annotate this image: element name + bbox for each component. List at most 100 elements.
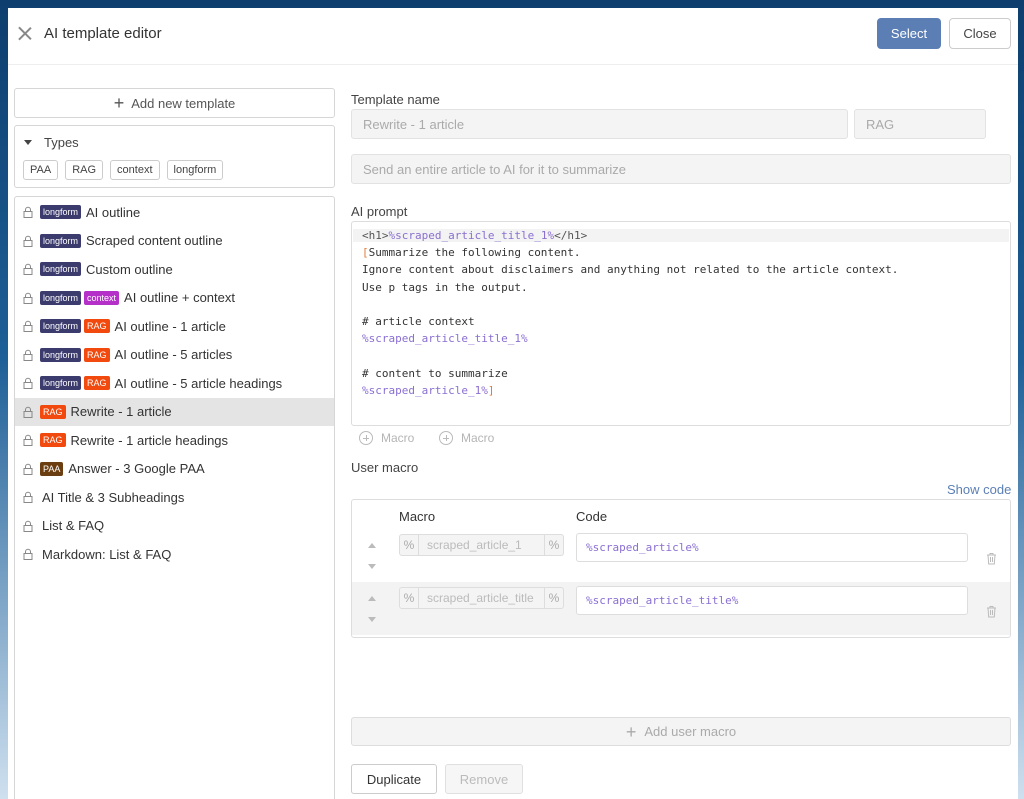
close-icon[interactable] — [18, 26, 32, 40]
template-list-item[interactable]: AI Title & 3 Subheadings — [15, 483, 334, 511]
template-name: Rewrite - 1 article headings — [70, 432, 229, 448]
prompt-line: Ignore content about disclaimers and any… — [362, 263, 899, 277]
lock-icon — [23, 263, 33, 275]
template-list-item[interactable]: PAA Answer - 3 Google PAA — [15, 455, 334, 483]
lock-icon — [23, 520, 33, 532]
close-button[interactable]: Close — [949, 18, 1011, 49]
template-list-item[interactable]: longform Custom outline — [15, 255, 334, 283]
type-badge-longform: longform — [40, 262, 82, 276]
lock-icon — [23, 434, 33, 446]
type-chip-paa[interactable]: PAA — [23, 160, 59, 180]
macro-name-input[interactable]: % scraped_article_1% — [399, 534, 564, 556]
dialog-header: AI template editor Select Close — [8, 8, 1018, 65]
type-chip-longform[interactable]: longform — [166, 160, 224, 180]
template-list-item[interactable]: longform RAG AI outline - 1 article — [15, 312, 334, 340]
template-name: Markdown: List & FAQ — [42, 546, 172, 562]
template-name: List & FAQ — [42, 518, 105, 533]
plus-icon: + — [113, 93, 125, 113]
macro-name-input[interactable]: % scraped_article_title% — [399, 587, 564, 609]
template-name: AI Title & 3 Subheadings — [42, 489, 185, 505]
percent-suffix: % — [544, 535, 563, 555]
percent-suffix: % — [544, 588, 563, 608]
add-new-template-button[interactable]: + Add new template — [14, 88, 335, 118]
move-up-icon[interactable] — [368, 543, 376, 548]
add-user-macro-button[interactable]: + Add user macro — [351, 717, 1011, 746]
template-name: Rewrite - 1 article — [70, 404, 172, 419]
template-list-item[interactable]: RAG Rewrite - 1 article headings — [15, 426, 334, 454]
user-macro-row: % scraped_article_title% % scraped_article_… — [352, 582, 1010, 635]
template-list-item[interactable]: longform Scraped content outline — [15, 227, 334, 255]
add-circle-icon — [359, 431, 373, 445]
prompt-line: <h1>%scraped_article_title_1%</h1> — [353, 229, 1009, 242]
type-badge-rag: RAG — [84, 319, 110, 333]
lock-icon — [23, 206, 33, 218]
move-down-icon[interactable] — [368, 617, 376, 622]
ai-prompt-label: AI prompt — [351, 204, 408, 219]
ai-prompt-editor[interactable]: <h1>%scraped_article_title_1%</h1> [Summa… — [351, 221, 1011, 426]
lock-icon — [23, 463, 33, 475]
macro-name-value: scraped_article_1 — [427, 538, 522, 552]
move-down-icon[interactable] — [368, 564, 376, 569]
template-list-item[interactable]: Markdown: List & FAQ — [15, 540, 334, 568]
macro-code-input[interactable]: %scraped_article_title% — [576, 586, 968, 615]
template-description-input[interactable]: Send an entire article to AI for it to s… — [351, 154, 1011, 184]
insert-macro-button[interactable]: Macro — [359, 431, 414, 445]
lock-icon — [23, 548, 33, 560]
insert-macro-button-2[interactable]: Macro — [439, 431, 494, 445]
remove-button[interactable]: Remove — [445, 764, 523, 794]
type-badge-paa: PAA — [40, 461, 64, 476]
types-toggle[interactable]: Types — [24, 135, 79, 150]
type-badge-longform: longform — [40, 290, 82, 305]
user-macro-label: User macro — [351, 460, 419, 475]
macro-name-value: scraped_article_title — [427, 591, 534, 605]
show-code-link[interactable]: Show code — [947, 482, 1011, 497]
select-button[interactable]: Select — [877, 18, 941, 49]
trash-icon[interactable] — [986, 552, 997, 565]
prompt-line: Use p tags in the output. — [362, 280, 528, 294]
type-badge-longform: longform — [40, 319, 82, 333]
add-circle-icon — [439, 431, 453, 445]
template-name: Answer - 3 Google PAA — [68, 461, 205, 476]
template-list-item[interactable]: longform AI outline — [15, 198, 334, 226]
move-up-icon[interactable] — [368, 596, 376, 601]
type-chip-list: PAA RAG context longform — [23, 160, 224, 180]
trash-icon[interactable] — [986, 605, 997, 618]
template-type-input[interactable]: RAG — [854, 109, 986, 139]
template-name: Scraped content outline — [86, 233, 223, 248]
macro-code-input[interactable]: %scraped_article% — [576, 533, 968, 562]
template-name: AI outline + context — [124, 290, 235, 305]
template-list-item[interactable]: longform context AI outline + context — [15, 284, 334, 312]
lock-icon — [23, 406, 33, 418]
template-name: Custom outline — [86, 261, 173, 277]
template-name: AI outline — [86, 204, 141, 220]
types-filter: Types PAA RAG context longform — [14, 125, 335, 188]
prompt-line: # content to summarize — [362, 366, 508, 380]
lock-icon — [23, 292, 33, 304]
type-chip-rag[interactable]: RAG — [65, 160, 104, 180]
template-list-item[interactable]: longform RAG AI outline - 5 articles — [15, 341, 334, 369]
type-badge-context: context — [84, 290, 120, 305]
user-macro-row: % scraped_article_1% %scraped_article% — [352, 529, 1010, 582]
template-list-item[interactable]: List & FAQ — [15, 512, 334, 540]
types-label: Types — [44, 135, 79, 150]
template-name-label: Template name — [351, 92, 440, 107]
lock-icon — [23, 377, 33, 389]
macro-column-header: Macro — [399, 509, 436, 524]
type-badge-rag: RAG — [84, 347, 110, 362]
code-column-header: Code — [576, 509, 608, 524]
template-name-input[interactable]: Rewrite - 1 article — [351, 109, 848, 139]
type-badge-longform: longform — [40, 233, 82, 248]
user-macro-table: Macro Code % scraped_article_1% %scraped_a… — [351, 499, 1011, 638]
lock-icon — [23, 491, 33, 503]
template-name: AI outline - 5 article headings — [114, 375, 283, 391]
template-list-item[interactable]: longform RAG AI outline - 5 article headin… — [15, 369, 334, 397]
plus-icon: + — [625, 721, 637, 742]
lock-icon — [23, 235, 33, 247]
type-chip-context[interactable]: context — [110, 160, 160, 180]
add-user-macro-label: Add user macro — [644, 724, 737, 739]
type-badge-longform: longform — [40, 376, 82, 390]
duplicate-button[interactable]: Duplicate — [351, 764, 437, 794]
prompt-line: %scraped_article_title_1% — [362, 332, 528, 346]
template-list-item[interactable]: RAG Rewrite - 1 article — [15, 397, 334, 426]
caret-down-icon — [24, 140, 32, 145]
